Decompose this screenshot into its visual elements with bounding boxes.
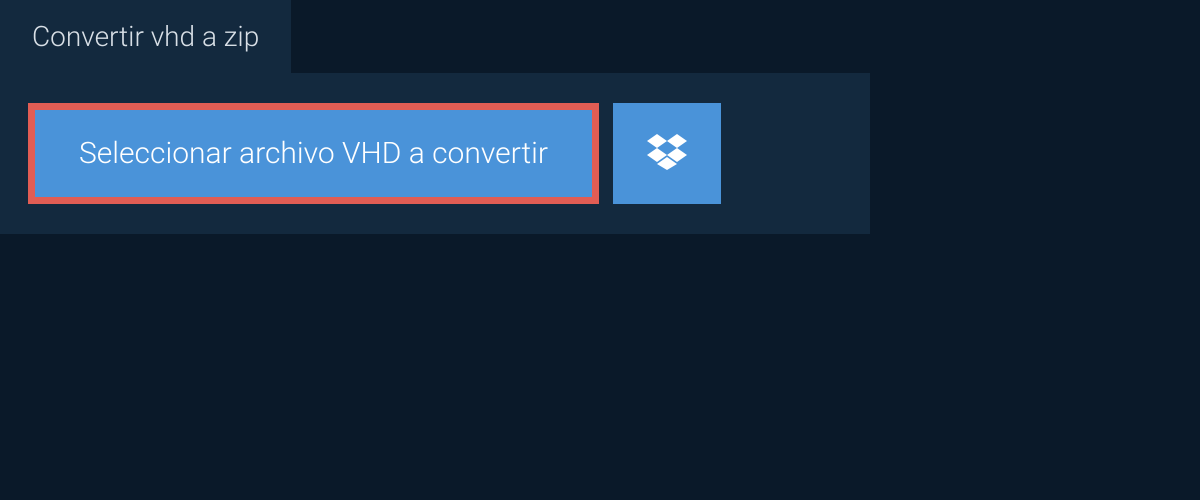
file-select-highlight: Seleccionar archivo VHD a convertir — [28, 103, 599, 204]
upload-panel: Seleccionar archivo VHD a convertir — [0, 73, 870, 234]
select-file-label: Seleccionar archivo VHD a convertir — [79, 136, 548, 171]
dropbox-icon — [647, 134, 687, 173]
tab-converter[interactable]: Convertir vhd a zip — [0, 0, 291, 73]
dropbox-upload-button[interactable] — [613, 103, 721, 204]
tab-bar: Convertir vhd a zip — [0, 0, 291, 73]
tab-title: Convertir vhd a zip — [32, 20, 259, 53]
select-file-button[interactable]: Seleccionar archivo VHD a convertir — [35, 110, 592, 197]
